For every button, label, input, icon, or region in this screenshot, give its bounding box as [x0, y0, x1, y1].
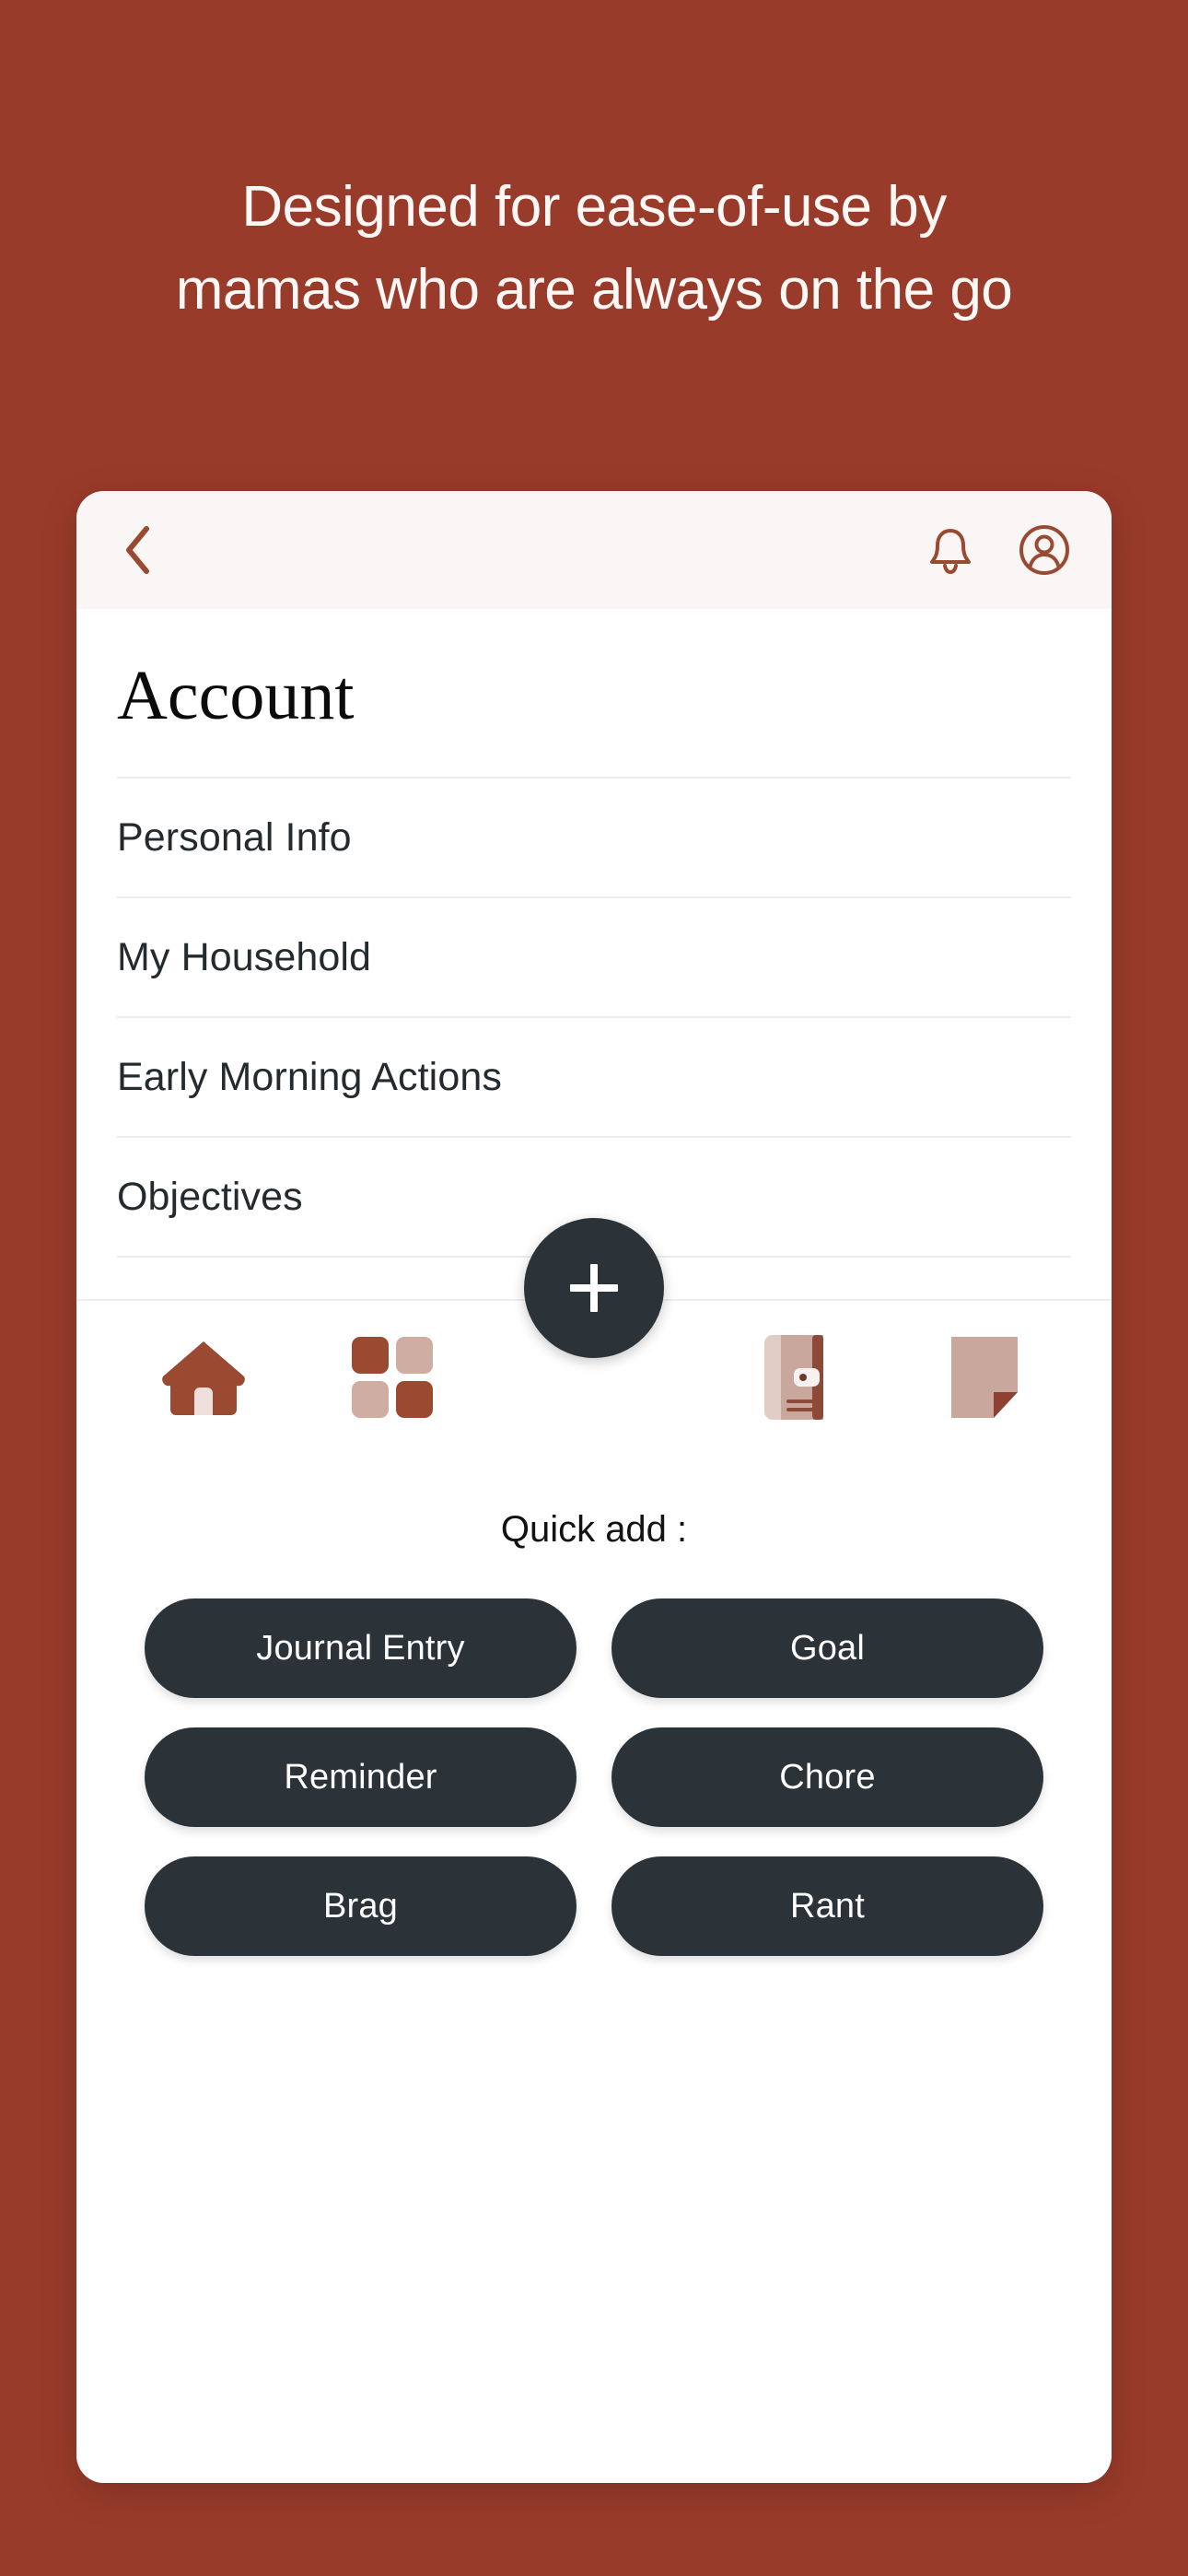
nav-item-notes[interactable]	[929, 1327, 1040, 1428]
user-circle-icon	[1019, 525, 1069, 575]
app-header-actions	[924, 523, 1071, 577]
app-header-bar	[76, 491, 1112, 609]
page-title-section: Account	[76, 609, 1112, 777]
back-button[interactable]	[117, 523, 157, 577]
grid-icon	[351, 1337, 433, 1418]
note-icon	[951, 1337, 1018, 1418]
chip-label: Goal	[789, 1628, 866, 1668]
add-fab-button[interactable]	[524, 1218, 664, 1358]
headline-line-1: Designed for ease-of-use by	[241, 175, 947, 239]
nav-item-journal[interactable]	[741, 1327, 852, 1428]
quick-add-chip-reminder[interactable]: Reminder	[145, 1727, 577, 1827]
nav-item-home[interactable]	[148, 1327, 259, 1428]
app-screenshot-card: Account Personal Info My Household Early…	[76, 491, 1112, 2483]
journal-icon	[763, 1335, 823, 1420]
quick-add-chip-grid: Journal Entry Goal Reminder Chore Brag R…	[145, 1598, 1043, 1956]
page-title: Account	[117, 657, 355, 734]
home-icon	[162, 1341, 245, 1415]
chip-label: Rant	[789, 1886, 866, 1926]
menu-item-label: Objectives	[117, 1174, 303, 1219]
chip-label: Chore	[779, 1757, 876, 1797]
menu-item-label: My Household	[117, 934, 372, 979]
bell-icon	[930, 529, 971, 575]
promo-headline: Designed for ease-of-use by mamas who ar…	[0, 166, 1188, 332]
chip-label: Reminder	[284, 1757, 437, 1797]
plus-icon	[570, 1264, 618, 1312]
bottom-navigation-bar	[76, 1218, 1112, 1454]
headline-line-2: mamas who are always on the go	[175, 258, 1013, 322]
quick-add-section: Quick add : Journal Entry Goal Reminder …	[76, 1454, 1112, 2483]
profile-button[interactable]	[1018, 523, 1071, 577]
chevron-left-icon	[126, 526, 149, 574]
nav-item-dashboard[interactable]	[337, 1327, 448, 1428]
quick-add-chip-brag[interactable]: Brag	[145, 1856, 577, 1956]
menu-item-personal-info[interactable]: Personal Info	[117, 777, 1071, 896]
menu-item-label: Personal Info	[117, 814, 352, 860]
quick-add-chip-chore[interactable]: Chore	[611, 1727, 1043, 1827]
notifications-button[interactable]	[924, 523, 977, 577]
quick-add-chip-goal[interactable]: Goal	[611, 1598, 1043, 1698]
chip-label: Journal Entry	[256, 1628, 465, 1668]
chip-label: Brag	[322, 1886, 399, 1926]
quick-add-chip-journal-entry[interactable]: Journal Entry	[145, 1598, 577, 1698]
quick-add-title: Quick add :	[500, 1509, 688, 1550]
menu-item-label: Early Morning Actions	[117, 1054, 502, 1099]
menu-item-my-household[interactable]: My Household	[117, 896, 1071, 1016]
menu-item-early-morning-actions[interactable]: Early Morning Actions	[117, 1016, 1071, 1136]
quick-add-chip-rant[interactable]: Rant	[611, 1856, 1043, 1956]
